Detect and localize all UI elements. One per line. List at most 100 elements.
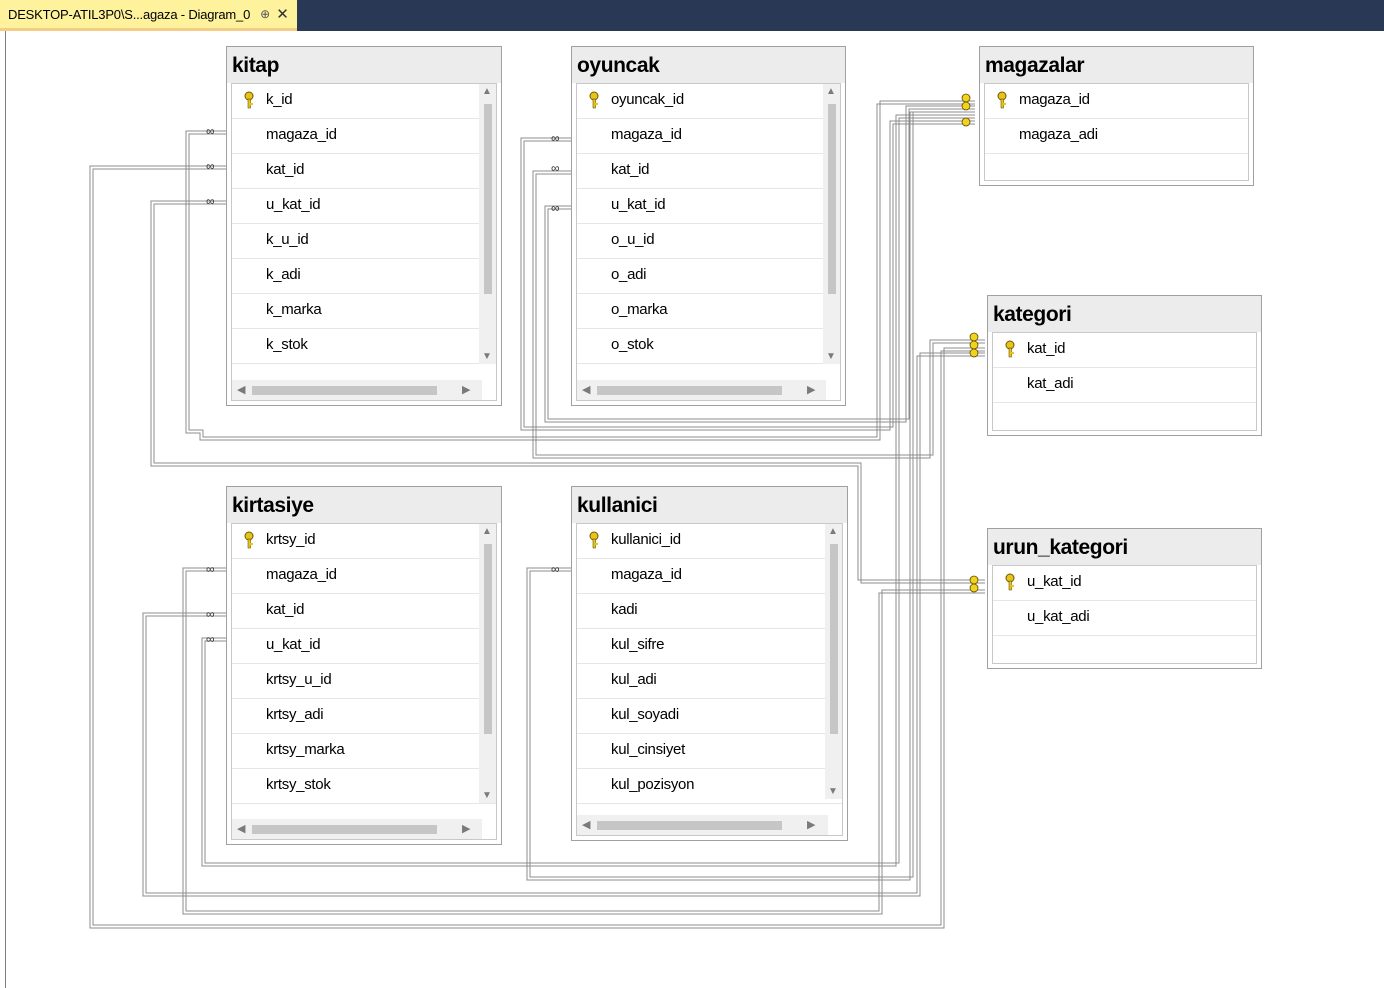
list-item[interactable]: magaza_id — [985, 84, 1248, 119]
list-item[interactable]: kul_sifre — [577, 629, 842, 664]
table-kullanici[interactable]: kullanici kullanici_id magaza_id kadi ku… — [571, 486, 848, 841]
list-item[interactable]: k_u_id — [232, 224, 496, 259]
table-title: kategori — [993, 303, 1072, 326]
column-list[interactable]: krtsy_id magaza_id kat_id u_kat_id krtsy… — [231, 523, 497, 840]
list-item[interactable]: kat_id — [232, 594, 496, 629]
primary-key-icon — [1005, 573, 1015, 591]
scroll-up-icon: ▲ — [828, 526, 838, 537]
list-item[interactable]: k_id — [232, 84, 496, 119]
primary-key-icon — [244, 531, 254, 549]
list-item[interactable]: kadi — [577, 594, 842, 629]
infinity-icon: ∞ — [206, 194, 215, 208]
table-kitap[interactable]: kitap k_id magaza_id kat_id u_kat_id k_u… — [226, 46, 502, 406]
list-item[interactable]: u_kat_id — [232, 629, 496, 664]
list-item[interactable]: kul_soyadi — [577, 699, 842, 734]
table-title: urun_kategori — [993, 536, 1128, 559]
list-item[interactable]: o_marka — [577, 294, 840, 329]
rel-line — [89, 165, 985, 929]
infinity-icon: ∞ — [551, 562, 560, 576]
list-item[interactable]: magaza_id — [232, 119, 496, 154]
list-item[interactable]: kul_cinsiyet — [577, 734, 842, 769]
list-item[interactable]: u_kat_id — [577, 189, 840, 224]
vertical-scrollbar[interactable]: ▲ ▼ — [479, 84, 496, 364]
key-end-icon — [961, 93, 971, 103]
scroll-right-icon: ▶ — [462, 384, 471, 396]
list-item[interactable]: magaza_id — [577, 119, 840, 154]
list-item[interactable]: krtsy_marka — [232, 734, 496, 769]
list-item[interactable]: krtsy_id — [232, 524, 496, 559]
scroll-right-icon: ▶ — [807, 819, 816, 831]
column-list[interactable]: kat_id kat_adi — [992, 332, 1257, 431]
list-item[interactable]: oyuncak_id — [577, 84, 840, 119]
list-item[interactable]: u_kat_adi — [993, 601, 1256, 636]
primary-key-icon — [1005, 340, 1015, 358]
table-title: oyuncak — [577, 54, 660, 77]
scroll-up-icon: ▲ — [826, 86, 836, 97]
infinity-icon: ∞ — [206, 562, 215, 576]
scroll-left-icon: ◀ — [237, 384, 246, 396]
column-list[interactable]: kullanici_id magaza_id kadi kul_sifre ku… — [576, 523, 843, 836]
scroll-left-icon: ◀ — [582, 819, 591, 831]
table-kirtasiye[interactable]: kirtasiye krtsy_id magaza_id kat_id u_ka… — [226, 486, 502, 845]
vertical-scrollbar[interactable]: ▲ ▼ — [479, 524, 496, 803]
list-item[interactable]: kat_id — [993, 333, 1256, 368]
scroll-right-icon: ▶ — [462, 823, 471, 835]
scroll-up-icon: ▲ — [482, 526, 492, 537]
horizontal-scrollbar[interactable]: ◀ ▶ — [577, 380, 826, 400]
table-urun-kategori[interactable]: urun_kategori u_kat_id u_kat_adi — [987, 528, 1262, 669]
list-item[interactable]: u_kat_id — [232, 189, 496, 224]
table-title: kirtasiye — [232, 494, 314, 517]
scroll-up-icon: ▲ — [482, 86, 492, 97]
list-item[interactable]: magaza_adi — [985, 119, 1248, 154]
list-item[interactable]: u_kat_id — [993, 566, 1256, 601]
key-end-icon — [969, 575, 979, 585]
column-list[interactable]: k_id magaza_id kat_id u_kat_id k_u_id k_… — [231, 83, 497, 401]
table-oyuncak[interactable]: oyuncak oyuncak_id magaza_id kat_id u_ka… — [571, 46, 846, 406]
primary-key-icon — [997, 91, 1007, 109]
table-title: kullanici — [577, 494, 658, 517]
scroll-down-icon: ▼ — [482, 351, 492, 362]
list-item[interactable]: k_marka — [232, 294, 496, 329]
infinity-icon: ∞ — [206, 159, 215, 173]
table-title: magazalar — [985, 54, 1085, 77]
column-list[interactable]: u_kat_id u_kat_adi — [992, 565, 1257, 664]
horizontal-scrollbar[interactable]: ◀ ▶ — [232, 819, 482, 839]
list-item[interactable]: krtsy_u_id — [232, 664, 496, 699]
list-item[interactable]: o_u_id — [577, 224, 840, 259]
list-item[interactable]: kullanici_id — [577, 524, 842, 559]
list-item[interactable]: kat_id — [232, 154, 496, 189]
list-item[interactable]: k_stok — [232, 329, 496, 364]
list-item[interactable]: magaza_id — [232, 559, 496, 594]
infinity-icon: ∞ — [551, 161, 560, 175]
column-list[interactable]: oyuncak_id magaza_id kat_id u_kat_id o_u… — [576, 83, 841, 401]
primary-key-icon — [589, 91, 599, 109]
scroll-left-icon: ◀ — [237, 823, 246, 835]
scroll-left-icon: ◀ — [582, 384, 591, 396]
column-list[interactable]: magaza_id magaza_adi — [984, 83, 1249, 181]
list-item[interactable]: k_adi — [232, 259, 496, 294]
list-item[interactable]: o_adi — [577, 259, 840, 294]
vertical-scrollbar[interactable]: ▲ ▼ — [825, 524, 842, 799]
scroll-right-icon: ▶ — [807, 384, 816, 396]
list-item[interactable]: krtsy_stok — [232, 769, 496, 804]
list-item[interactable]: krtsy_adi — [232, 699, 496, 734]
table-title: kitap — [232, 54, 280, 77]
scroll-down-icon: ▼ — [826, 351, 836, 362]
infinity-icon: ∞ — [206, 632, 215, 646]
vertical-scrollbar[interactable]: ▲ ▼ — [823, 84, 840, 364]
table-kategori[interactable]: kategori kat_id kat_adi — [987, 295, 1262, 436]
infinity-icon: ∞ — [551, 131, 560, 145]
list-item[interactable]: kul_pozisyon — [577, 769, 842, 804]
table-magazalar[interactable]: magazalar magaza_id magaza_adi — [979, 46, 1254, 186]
list-item[interactable]: o_stok — [577, 329, 840, 364]
list-item[interactable]: kat_adi — [993, 368, 1256, 403]
primary-key-icon — [589, 531, 599, 549]
primary-key-icon — [244, 91, 254, 109]
scroll-down-icon: ▼ — [828, 786, 838, 797]
key-end-icon — [969, 332, 979, 342]
horizontal-scrollbar[interactable]: ◀ ▶ — [232, 380, 482, 400]
list-item[interactable]: magaza_id — [577, 559, 842, 594]
horizontal-scrollbar[interactable]: ◀ ▶ — [577, 815, 828, 835]
list-item[interactable]: kul_adi — [577, 664, 842, 699]
list-item[interactable]: kat_id — [577, 154, 840, 189]
